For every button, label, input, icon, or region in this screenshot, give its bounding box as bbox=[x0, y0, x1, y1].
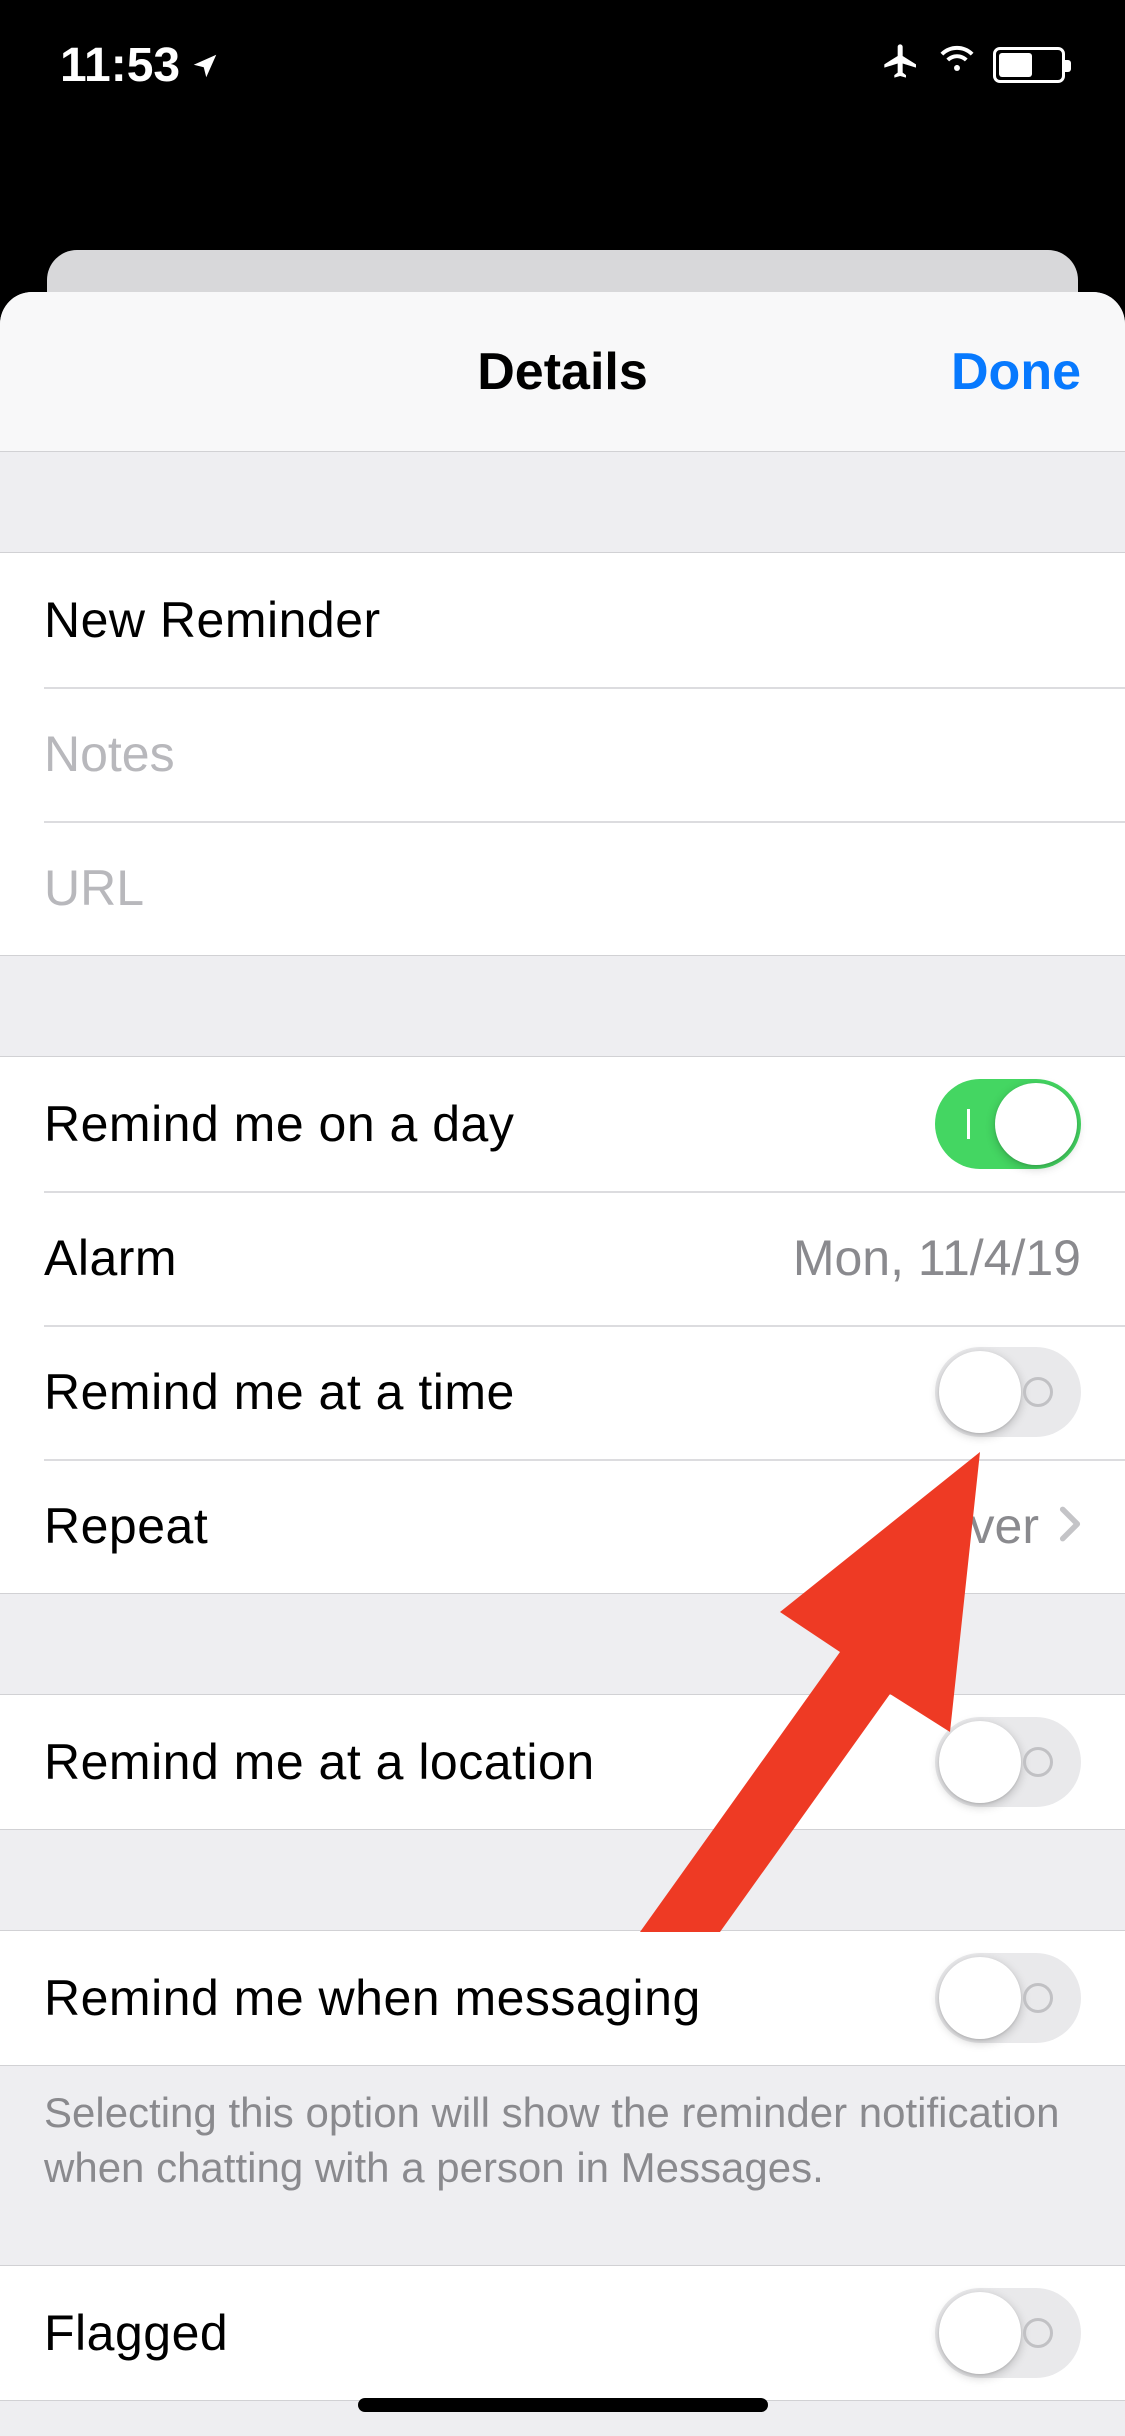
remind-location-toggle[interactable] bbox=[935, 1717, 1081, 1807]
repeat-label: Repeat bbox=[44, 1497, 208, 1555]
remind-day-cell: Remind me on a day bbox=[0, 1057, 1125, 1191]
location-services-icon bbox=[190, 38, 220, 93]
remind-time-label: Remind me at a time bbox=[44, 1363, 515, 1421]
remind-time-cell: Remind me at a time bbox=[0, 1325, 1125, 1459]
notes-cell[interactable]: Notes bbox=[0, 687, 1125, 821]
details-sheet: Details Done New Reminder Notes URL Remi… bbox=[0, 292, 1125, 2436]
remind-messaging-toggle[interactable] bbox=[935, 1953, 1081, 2043]
reminder-title-cell[interactable]: New Reminder bbox=[0, 553, 1125, 687]
messaging-footer-text: Selecting this option will show the remi… bbox=[0, 2066, 1125, 2225]
repeat-value: Never bbox=[906, 1497, 1039, 1555]
status-time: 11:53 bbox=[60, 38, 180, 93]
remind-location-cell: Remind me at a location bbox=[0, 1695, 1125, 1829]
remind-day-label: Remind me on a day bbox=[44, 1095, 514, 1153]
messaging-group: Remind me when messaging bbox=[0, 1930, 1125, 2066]
alarm-label: Alarm bbox=[44, 1229, 177, 1287]
remind-location-label: Remind me at a location bbox=[44, 1733, 595, 1791]
reminder-title-value: New Reminder bbox=[44, 591, 381, 649]
alarm-value: Mon, 11/4/19 bbox=[793, 1229, 1081, 1287]
section-gap bbox=[0, 956, 1125, 1056]
home-indicator[interactable] bbox=[358, 2398, 768, 2412]
alarm-cell[interactable]: Alarm Mon, 11/4/19 bbox=[0, 1191, 1125, 1325]
airplane-mode-icon bbox=[881, 38, 921, 93]
url-cell[interactable]: URL bbox=[0, 821, 1125, 955]
remind-day-toggle[interactable] bbox=[935, 1079, 1081, 1169]
flagged-toggle[interactable] bbox=[935, 2288, 1081, 2378]
wifi-icon bbox=[935, 37, 979, 93]
section-gap bbox=[0, 1594, 1125, 1694]
title-notes-url-group: New Reminder Notes URL bbox=[0, 552, 1125, 956]
nav-title: Details bbox=[477, 342, 648, 402]
location-group: Remind me at a location bbox=[0, 1694, 1125, 1830]
day-time-group: Remind me on a day Alarm Mon, 11/4/19 Re… bbox=[0, 1056, 1125, 1594]
flagged-group: Flagged bbox=[0, 2265, 1125, 2401]
flagged-cell: Flagged bbox=[0, 2266, 1125, 2400]
url-placeholder: URL bbox=[44, 859, 144, 917]
section-gap bbox=[0, 1830, 1125, 1930]
remind-messaging-cell: Remind me when messaging bbox=[0, 1931, 1125, 2065]
repeat-cell[interactable]: Repeat Never bbox=[0, 1459, 1125, 1593]
notes-placeholder: Notes bbox=[44, 725, 175, 783]
status-bar: 11:53 bbox=[0, 0, 1125, 130]
done-button[interactable]: Done bbox=[951, 342, 1081, 402]
section-gap bbox=[0, 452, 1125, 552]
remind-messaging-label: Remind me when messaging bbox=[44, 1969, 701, 2027]
chevron-right-icon bbox=[1059, 1505, 1081, 1548]
remind-time-toggle[interactable] bbox=[935, 1347, 1081, 1437]
flagged-label: Flagged bbox=[44, 2304, 228, 2362]
nav-bar: Details Done bbox=[0, 292, 1125, 452]
battery-icon bbox=[993, 47, 1065, 83]
